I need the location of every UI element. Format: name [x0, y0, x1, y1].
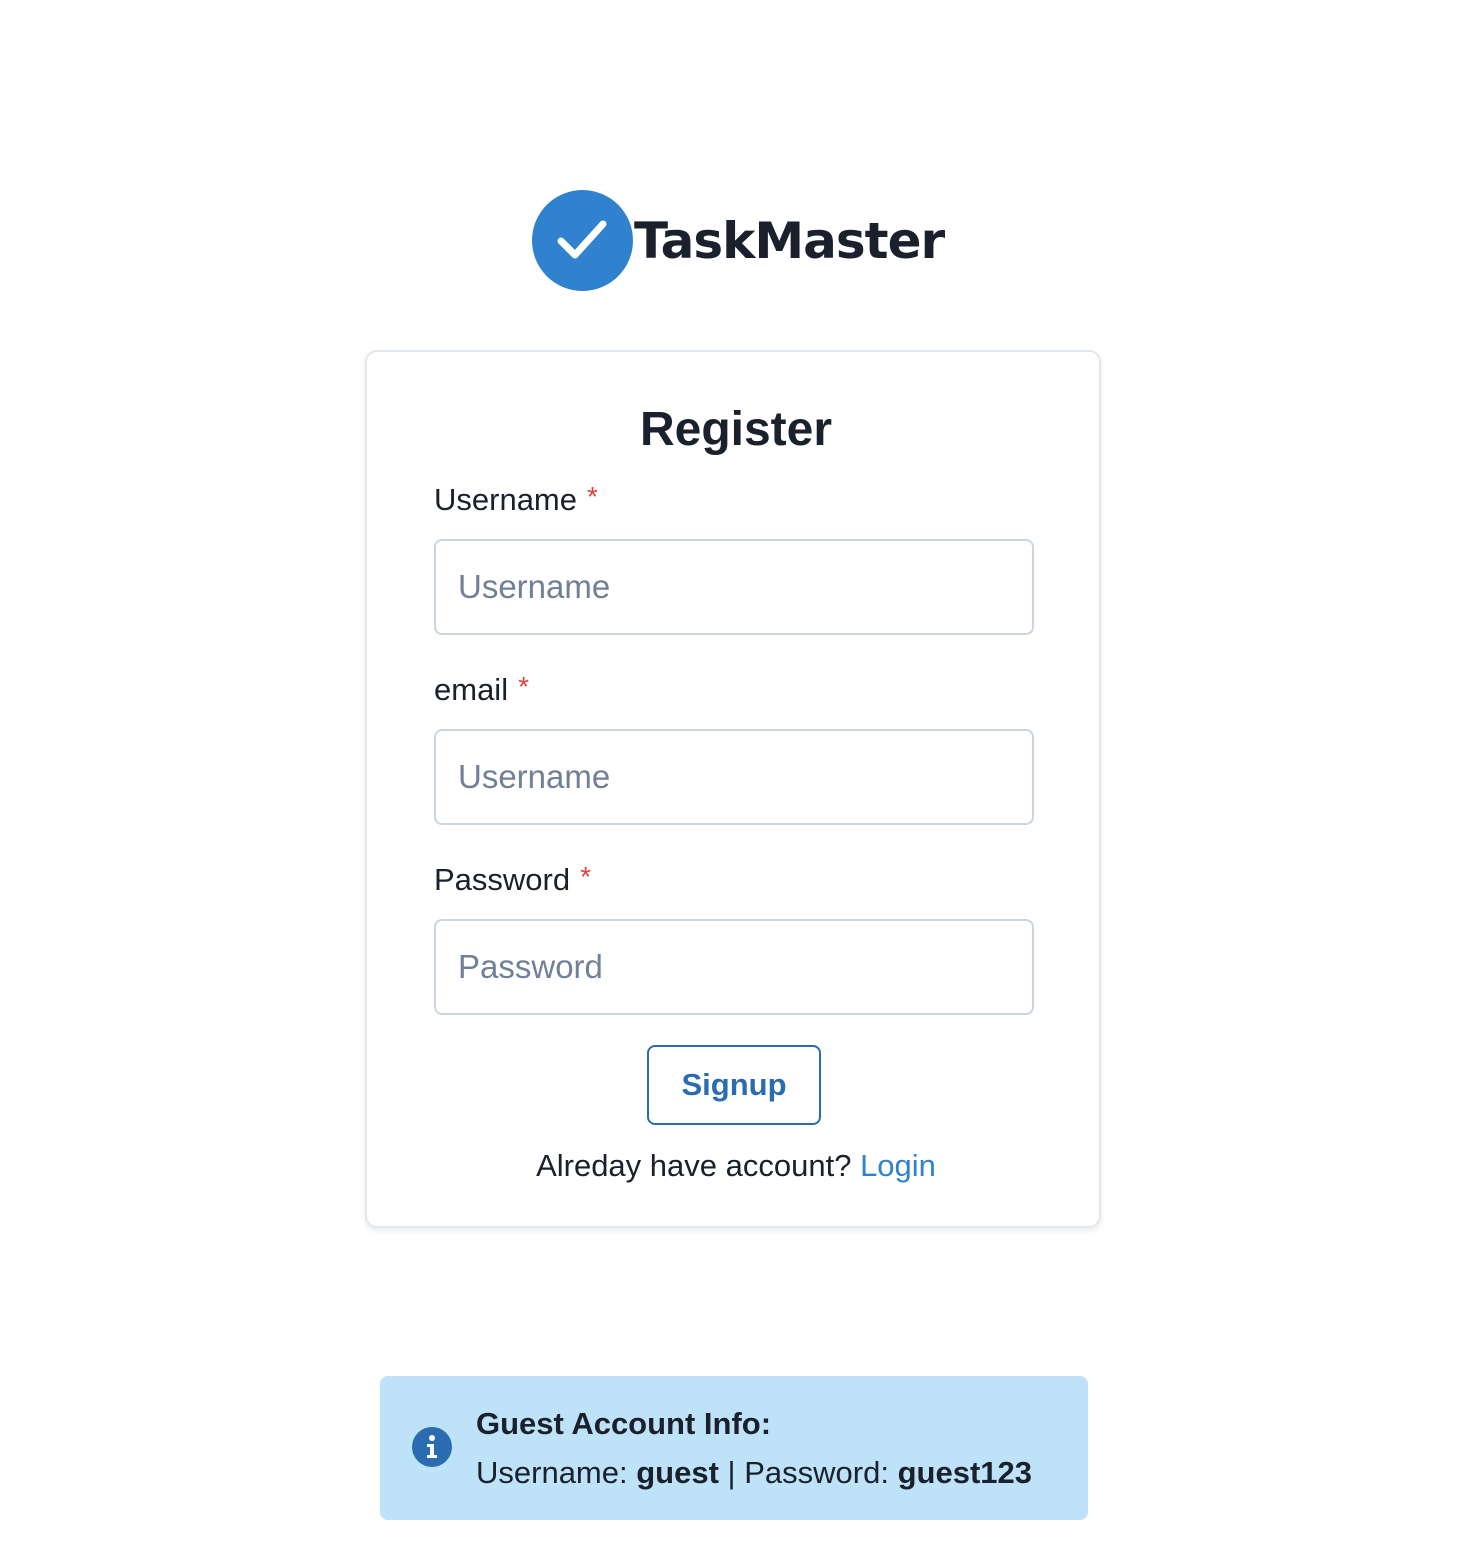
username-label: Username * — [434, 480, 598, 521]
check-circle-icon — [532, 190, 633, 291]
alert-description: Username: guest | Password: guest123 — [476, 1453, 1032, 1493]
login-link[interactable]: Login — [860, 1148, 936, 1183]
guest-password-value: guest123 — [897, 1455, 1032, 1490]
signup-button[interactable]: Signup — [647, 1045, 821, 1125]
register-page: TaskMaster Register Username * email * Pas… — [0, 0, 1472, 1546]
guest-username-label: Username: — [476, 1455, 628, 1490]
required-asterisk: * — [587, 481, 598, 512]
required-asterisk: * — [580, 861, 592, 892]
info-icon — [412, 1427, 452, 1467]
brand-header: TaskMaster — [532, 190, 945, 291]
username-label-text: Username — [434, 482, 577, 517]
guest-info-alert: Guest Account Info: Username: guest | Pa… — [380, 1376, 1088, 1520]
login-prompt-text: Alreday have account? — [536, 1148, 852, 1183]
brand-name: TaskMaster — [634, 211, 945, 270]
email-label: email * — [434, 670, 529, 711]
guest-password-label: Password: — [744, 1455, 889, 1490]
required-asterisk: * — [518, 671, 529, 702]
separator: | — [727, 1455, 736, 1490]
alert-title: Guest Account Info: — [476, 1406, 772, 1441]
email-input[interactable] — [434, 729, 1034, 825]
guest-username-value: guest — [636, 1455, 719, 1490]
page-title: Register — [639, 403, 833, 456]
login-prompt: Alreday have account? Login — [0, 1146, 1472, 1186]
username-input[interactable] — [434, 539, 1034, 635]
password-label: Password * — [434, 860, 591, 901]
password-label-text: Password — [434, 862, 571, 897]
email-label-text: email — [434, 672, 509, 707]
password-input[interactable] — [434, 919, 1034, 1015]
